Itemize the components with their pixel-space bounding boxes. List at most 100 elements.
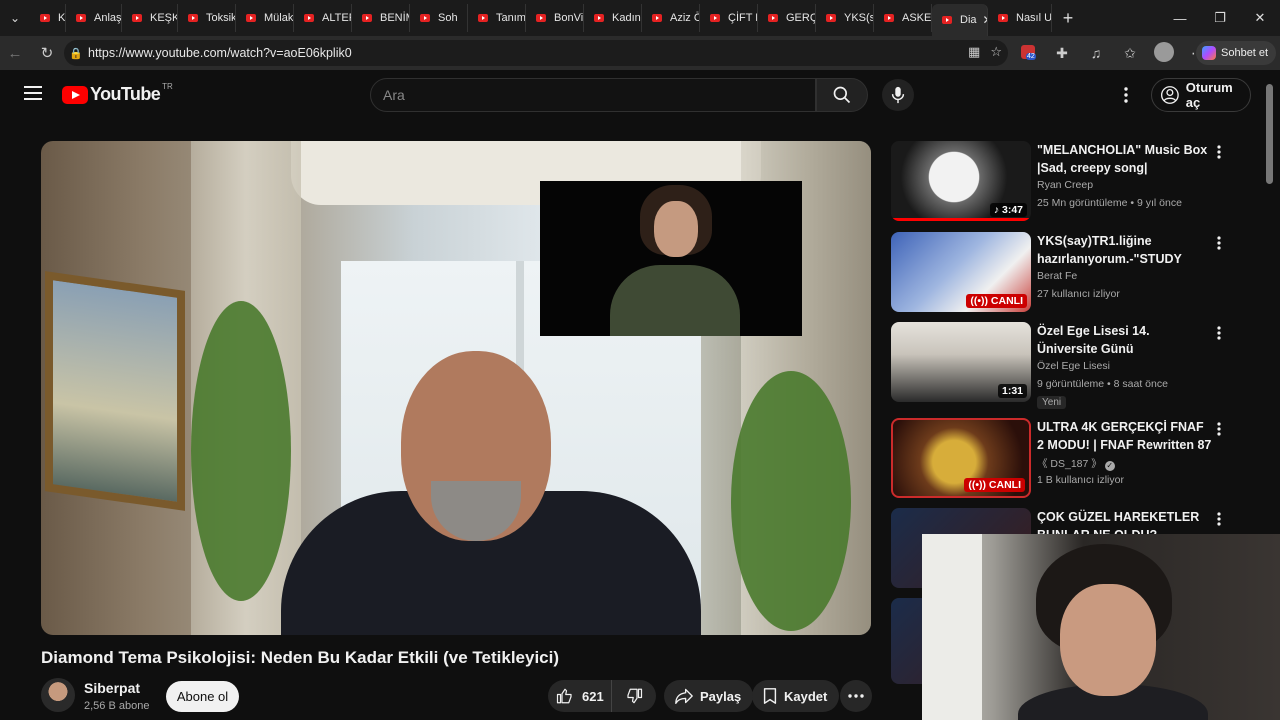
verified-check-icon: ✓	[1104, 461, 1115, 471]
video-thumbnail[interactable]: 1:31	[891, 322, 1031, 402]
youtube-favicon-icon	[884, 14, 894, 22]
recommendation-item[interactable]: ♪ 3:47 "MELANCHOLIA" Music Box |Sad, cre…	[891, 141, 1241, 227]
item-more-kebab-icon[interactable]	[1213, 324, 1225, 342]
browser-tab[interactable]: ASKER	[874, 4, 932, 32]
page-scrollbar[interactable]	[1266, 84, 1273, 184]
new-tab-button[interactable]: +	[1052, 8, 1084, 29]
sign-in-button[interactable]: Oturum aç	[1151, 78, 1251, 112]
favorite-star-icon[interactable]: ☆	[990, 44, 1002, 60]
recommendation-channel[interactable]: Ryan Creep	[1037, 179, 1093, 191]
browser-tab[interactable]: KO	[30, 4, 66, 32]
tab-actions-menu-icon[interactable]: ⌄	[0, 0, 30, 36]
video-thumbnail[interactable]: ♪ 3:47	[891, 141, 1031, 221]
youtube-favicon-icon	[942, 16, 952, 24]
browser-tab[interactable]: Kadın y	[584, 4, 642, 32]
settings-kebab-icon[interactable]	[1116, 84, 1136, 106]
browser-toolbar: ← ↻ 🔒 https://www.youtube.com/watch?v=ao…	[0, 36, 1280, 70]
browser-tab[interactable]: Tanıma	[468, 4, 526, 32]
browser-tab[interactable]: GERÇE	[758, 4, 816, 32]
browser-tab[interactable]: Toksik	[178, 4, 236, 32]
share-button[interactable]: Paylaş	[664, 680, 754, 712]
browser-tab[interactable]: YKS(sa	[816, 4, 874, 32]
menu-hamburger-icon[interactable]	[24, 86, 42, 100]
channel-avatar[interactable]	[41, 678, 75, 712]
recommendation-title[interactable]: YKS(say)TR1.liğine hazırlanıyorum.-"STUD…	[1037, 232, 1213, 268]
notification-count: 42	[1026, 52, 1036, 60]
search-box[interactable]	[370, 78, 816, 112]
recommendation-channel[interactable]: 《 DS_187 》	[1037, 458, 1102, 470]
recommendation-title[interactable]: "MELANCHOLIA" Music Box |Sad, creepy son…	[1037, 141, 1213, 177]
youtube-favicon-icon	[536, 14, 546, 22]
youtube-favicon-icon	[246, 14, 256, 22]
duration-badge: 1:31	[997, 384, 1027, 398]
channel-name[interactable]: Siberpat	[84, 680, 140, 696]
maximize-icon[interactable]: ❐	[1200, 0, 1240, 36]
voice-search-button[interactable]	[882, 79, 914, 111]
item-more-kebab-icon[interactable]	[1213, 234, 1225, 252]
browser-tab-active[interactable]: Dia✕	[932, 4, 988, 36]
dislike-button[interactable]	[612, 687, 656, 705]
recommendation-title[interactable]: ULTRA 4K GERÇEKÇİ FNAF 2 MODU! | FNAF Re…	[1037, 418, 1213, 454]
video-thumbnail[interactable]: ((•)) CANLI	[891, 232, 1031, 312]
thumbs-down-icon	[627, 688, 643, 704]
url-text[interactable]: https://www.youtube.com/watch?v=aoE06kpl…	[88, 46, 352, 60]
scene-plant	[191, 301, 291, 601]
browser-tab[interactable]: BonViv	[526, 4, 584, 32]
site-info-icon[interactable]: 🔒	[64, 47, 88, 60]
extension-badge-icon[interactable]: 42	[1016, 44, 1040, 62]
new-badge: Yeni	[1037, 396, 1067, 409]
item-more-kebab-icon[interactable]	[1213, 420, 1225, 438]
video-thumbnail[interactable]: ((•)) CANLI	[891, 418, 1031, 498]
item-more-kebab-icon[interactable]	[1213, 143, 1225, 161]
recommendation-item[interactable]: ((•)) CANLI YKS(say)TR1.liğine hazırlanı…	[891, 232, 1241, 318]
subscribe-button[interactable]: Abone ol	[166, 681, 239, 712]
webcam-face	[1060, 584, 1156, 696]
youtube-favicon-icon	[652, 14, 662, 22]
youtube-favicon-icon	[478, 14, 488, 22]
extensions-puzzle-icon[interactable]: ✚	[1050, 45, 1074, 62]
browser-tab[interactable]: BENİM	[352, 4, 410, 32]
browser-tab[interactable]: Nasıl U	[988, 4, 1052, 32]
chat-favicon-icon	[420, 14, 430, 22]
browser-tab[interactable]: Mülaka	[236, 4, 294, 32]
like-button[interactable]: 621	[548, 680, 612, 712]
search-input[interactable]	[383, 87, 783, 103]
browser-tab[interactable]: Aziz Öl	[642, 4, 700, 32]
browser-tab[interactable]: ÇİFT PA	[700, 4, 758, 32]
copilot-button[interactable]: Sohbet et	[1196, 41, 1276, 65]
youtube-logo[interactable]: YouTube TR	[62, 82, 173, 105]
browser-tab[interactable]: Anlaşıl	[66, 4, 122, 32]
read-aloud-icon[interactable]: ♫	[1084, 45, 1108, 61]
browser-tab[interactable]: KEŞKE	[122, 4, 178, 32]
copilot-icon	[1202, 46, 1216, 60]
live-badge: ((•)) CANLI	[966, 294, 1027, 308]
browser-tab[interactable]: Soh	[410, 4, 468, 32]
browser-tab[interactable]: ALTER	[294, 4, 352, 32]
favorites-icon[interactable]: ✩	[1118, 45, 1142, 62]
subscriber-count: 2,56 B abone	[84, 700, 150, 712]
minimize-icon[interactable]: —	[1160, 0, 1200, 36]
reload-icon[interactable]: ↻	[32, 36, 62, 70]
item-more-kebab-icon[interactable]	[1213, 510, 1225, 528]
recommendation-item[interactable]: 1:31 Özel Ege Lisesi 14. Üniversite Günü…	[891, 322, 1241, 409]
recommendation-meta: 1 B kullanıcı izliyor	[1037, 474, 1124, 486]
recommendation-channel[interactable]: Özel Ege Lisesi	[1037, 360, 1110, 372]
profile-button[interactable]	[1152, 41, 1176, 65]
video-host	[281, 341, 701, 635]
close-window-icon[interactable]: ✕	[1240, 0, 1280, 36]
search-button[interactable]	[816, 78, 868, 112]
webcam-person	[1018, 544, 1208, 720]
recommendation-title[interactable]: Özel Ege Lisesi 14. Üniversite Günü	[1037, 322, 1213, 358]
tab-label: GERÇE	[786, 12, 815, 24]
more-actions-button[interactable]	[840, 680, 872, 712]
app-available-icon[interactable]: ▦	[968, 44, 980, 60]
recommendation-item[interactable]: ((•)) CANLI ULTRA 4K GERÇEKÇİ FNAF 2 MOD…	[891, 418, 1241, 504]
save-button[interactable]: Kaydet	[752, 680, 840, 712]
address-bar[interactable]: 🔒 https://www.youtube.com/watch?v=aoE06k…	[64, 40, 1008, 66]
back-arrow-icon[interactable]: ←	[0, 36, 30, 70]
youtube-favicon-icon	[768, 14, 778, 22]
video-player[interactable]	[41, 141, 871, 635]
youtube-favicon-icon	[998, 14, 1008, 22]
recommendation-channel[interactable]: Berat Fe	[1037, 270, 1077, 282]
youtube-favicon-icon	[304, 14, 314, 22]
